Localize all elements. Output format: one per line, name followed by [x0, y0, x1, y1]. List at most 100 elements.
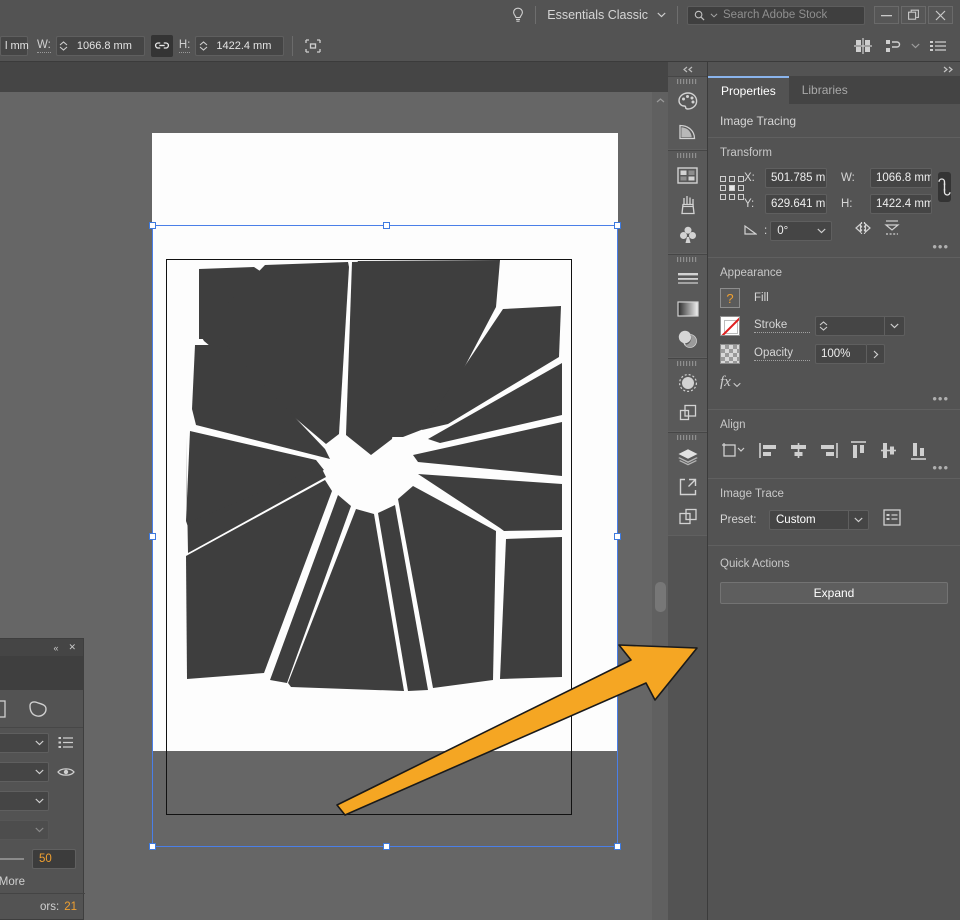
search-adobe-stock-input[interactable]: Search Adobe Stock: [687, 6, 865, 25]
trace-mode-select[interactable]: [0, 733, 49, 753]
document-tab-bar[interactable]: [0, 62, 668, 92]
align-center-vertical-icon[interactable]: [878, 440, 898, 460]
panel-expand-button[interactable]: [708, 62, 960, 76]
align-to-selection-icon[interactable]: [720, 440, 748, 460]
discover-bulb-icon[interactable]: [501, 0, 535, 30]
canvas-vertical-scrollbar[interactable]: [652, 92, 668, 920]
y-input[interactable]: 629.641 mr: [765, 194, 827, 214]
ref-point-ml[interactable]: [720, 185, 726, 191]
opacity-swatch[interactable]: [720, 344, 740, 364]
selection-handle-bc[interactable]: [383, 843, 390, 850]
trace-preview-eye-icon[interactable]: [56, 762, 76, 782]
document-setup-list-icon[interactable]: [926, 34, 950, 58]
align-objects-icon[interactable]: [851, 34, 875, 58]
opacity-input[interactable]: 100%: [815, 344, 867, 364]
expand-button[interactable]: Expand: [720, 582, 948, 604]
stroke-panel-icon[interactable]: [668, 264, 707, 294]
stroke-weight-chevron-down-icon[interactable]: [885, 316, 905, 336]
trace-extra-select[interactable]: [0, 791, 49, 811]
height-input[interactable]: 1422.4 mm: [210, 36, 284, 56]
gradient-panel-icon[interactable]: [668, 294, 707, 324]
rotation-chevron-down-icon[interactable]: [811, 228, 831, 234]
stroke-weight-stepper[interactable]: [815, 316, 830, 336]
dock-grip[interactable]: [668, 77, 707, 86]
select-similar-objects-icon[interactable]: [301, 34, 325, 58]
graphic-styles-panel-icon[interactable]: [668, 398, 707, 428]
ref-point-tc[interactable]: [729, 176, 735, 182]
open-image-trace-panel-icon[interactable]: [883, 509, 901, 531]
ref-point-center[interactable]: [729, 185, 735, 191]
image-trace-preset-strip[interactable]: [0, 656, 83, 690]
flip-horizontal-icon[interactable]: [854, 221, 876, 240]
dock-grip[interactable]: [668, 151, 707, 160]
transform-more-options[interactable]: •••: [932, 239, 949, 254]
dock-grip[interactable]: [668, 359, 707, 368]
asset-export-panel-icon[interactable]: [668, 502, 707, 532]
color-panel-icon[interactable]: [668, 86, 707, 116]
ref-point-bc[interactable]: [729, 194, 735, 200]
traced-sunburst-artwork[interactable]: [166, 259, 572, 815]
window-close-button[interactable]: [928, 6, 953, 24]
window-minimize-button[interactable]: [874, 6, 899, 24]
height-stepper[interactable]: [195, 36, 210, 56]
appearance-more-options[interactable]: •••: [932, 391, 949, 406]
align-top-icon[interactable]: [848, 440, 868, 460]
preset-select[interactable]: Custom: [769, 510, 869, 530]
selection-handle-br[interactable]: [614, 843, 621, 850]
workspace-switcher[interactable]: Essentials Classic: [536, 0, 677, 30]
trace-palette-select[interactable]: [0, 762, 49, 782]
selection-handle-bl[interactable]: [149, 843, 156, 850]
window-restore-button[interactable]: [901, 6, 926, 24]
dock-collapse-button[interactable]: [668, 62, 707, 76]
layers-panel-icon[interactable]: [668, 442, 707, 472]
transparency-panel-icon[interactable]: [668, 324, 707, 354]
h-input[interactable]: 1422.4 mm: [870, 194, 932, 214]
x-input[interactable]: 501.785 mr: [765, 168, 827, 188]
trace-mode-bw-icon[interactable]: [0, 698, 11, 720]
trace-palette-list-icon[interactable]: [56, 733, 76, 753]
threshold-value-input[interactable]: 50: [32, 849, 76, 869]
distribute-objects-icon[interactable]: [881, 34, 905, 58]
align-center-horizontal-icon[interactable]: [788, 440, 808, 460]
w-input[interactable]: 1066.8 mm: [870, 168, 932, 188]
width-stepper[interactable]: [56, 36, 71, 56]
ref-point-tl[interactable]: [720, 176, 726, 182]
align-right-icon[interactable]: [818, 440, 838, 460]
rotation-angle-field[interactable]: 0°: [770, 221, 832, 241]
transform-link-proportions-button[interactable]: [938, 172, 951, 202]
dock-grip[interactable]: [668, 255, 707, 264]
scrollbar-thumb[interactable]: [655, 582, 666, 612]
symbols-panel-icon[interactable]: [668, 220, 707, 250]
distribute-chevron-down-icon[interactable]: [911, 43, 920, 49]
ref-point-bl[interactable]: [720, 194, 726, 200]
tab-properties[interactable]: Properties: [708, 76, 789, 104]
lock-proportions-button[interactable]: [151, 35, 173, 57]
width-input[interactable]: 1066.8 mm: [71, 36, 145, 56]
stroke-weight-input[interactable]: [830, 316, 885, 336]
flip-vertical-icon[interactable]: [884, 220, 906, 241]
color-guide-panel-icon[interactable]: [668, 116, 707, 146]
swatches-panel-icon[interactable]: [668, 160, 707, 190]
unit-field[interactable]: l mm: [0, 36, 28, 56]
image-trace-collapse-button[interactable]: «: [53, 643, 58, 653]
preset-chevron-down-icon[interactable]: [848, 511, 868, 529]
trace-more-toggle[interactable]: More: [0, 874, 83, 888]
artboards-panel-icon[interactable]: [668, 472, 707, 502]
scroll-up-arrow-icon[interactable]: [652, 92, 668, 108]
canvas-artboard-area[interactable]: [0, 92, 652, 920]
image-trace-close-button[interactable]: ✕: [68, 642, 76, 653]
fx-button[interactable]: fx: [720, 374, 948, 391]
align-bottom-icon[interactable]: [908, 440, 928, 460]
align-more-options[interactable]: •••: [932, 460, 949, 475]
trace-mode-outline-icon[interactable]: [27, 698, 49, 720]
fill-swatch[interactable]: ?: [720, 288, 740, 308]
dock-grip[interactable]: [668, 433, 707, 442]
brushes-panel-icon[interactable]: [668, 190, 707, 220]
stroke-swatch[interactable]: [720, 316, 740, 336]
tab-libraries[interactable]: Libraries: [789, 76, 861, 104]
threshold-slider-track[interactable]: [0, 858, 24, 860]
reference-point-selector[interactable]: [720, 168, 744, 200]
appearance-panel-icon[interactable]: [668, 368, 707, 398]
opacity-options-arrow-icon[interactable]: [867, 344, 885, 364]
align-left-icon[interactable]: [758, 440, 778, 460]
